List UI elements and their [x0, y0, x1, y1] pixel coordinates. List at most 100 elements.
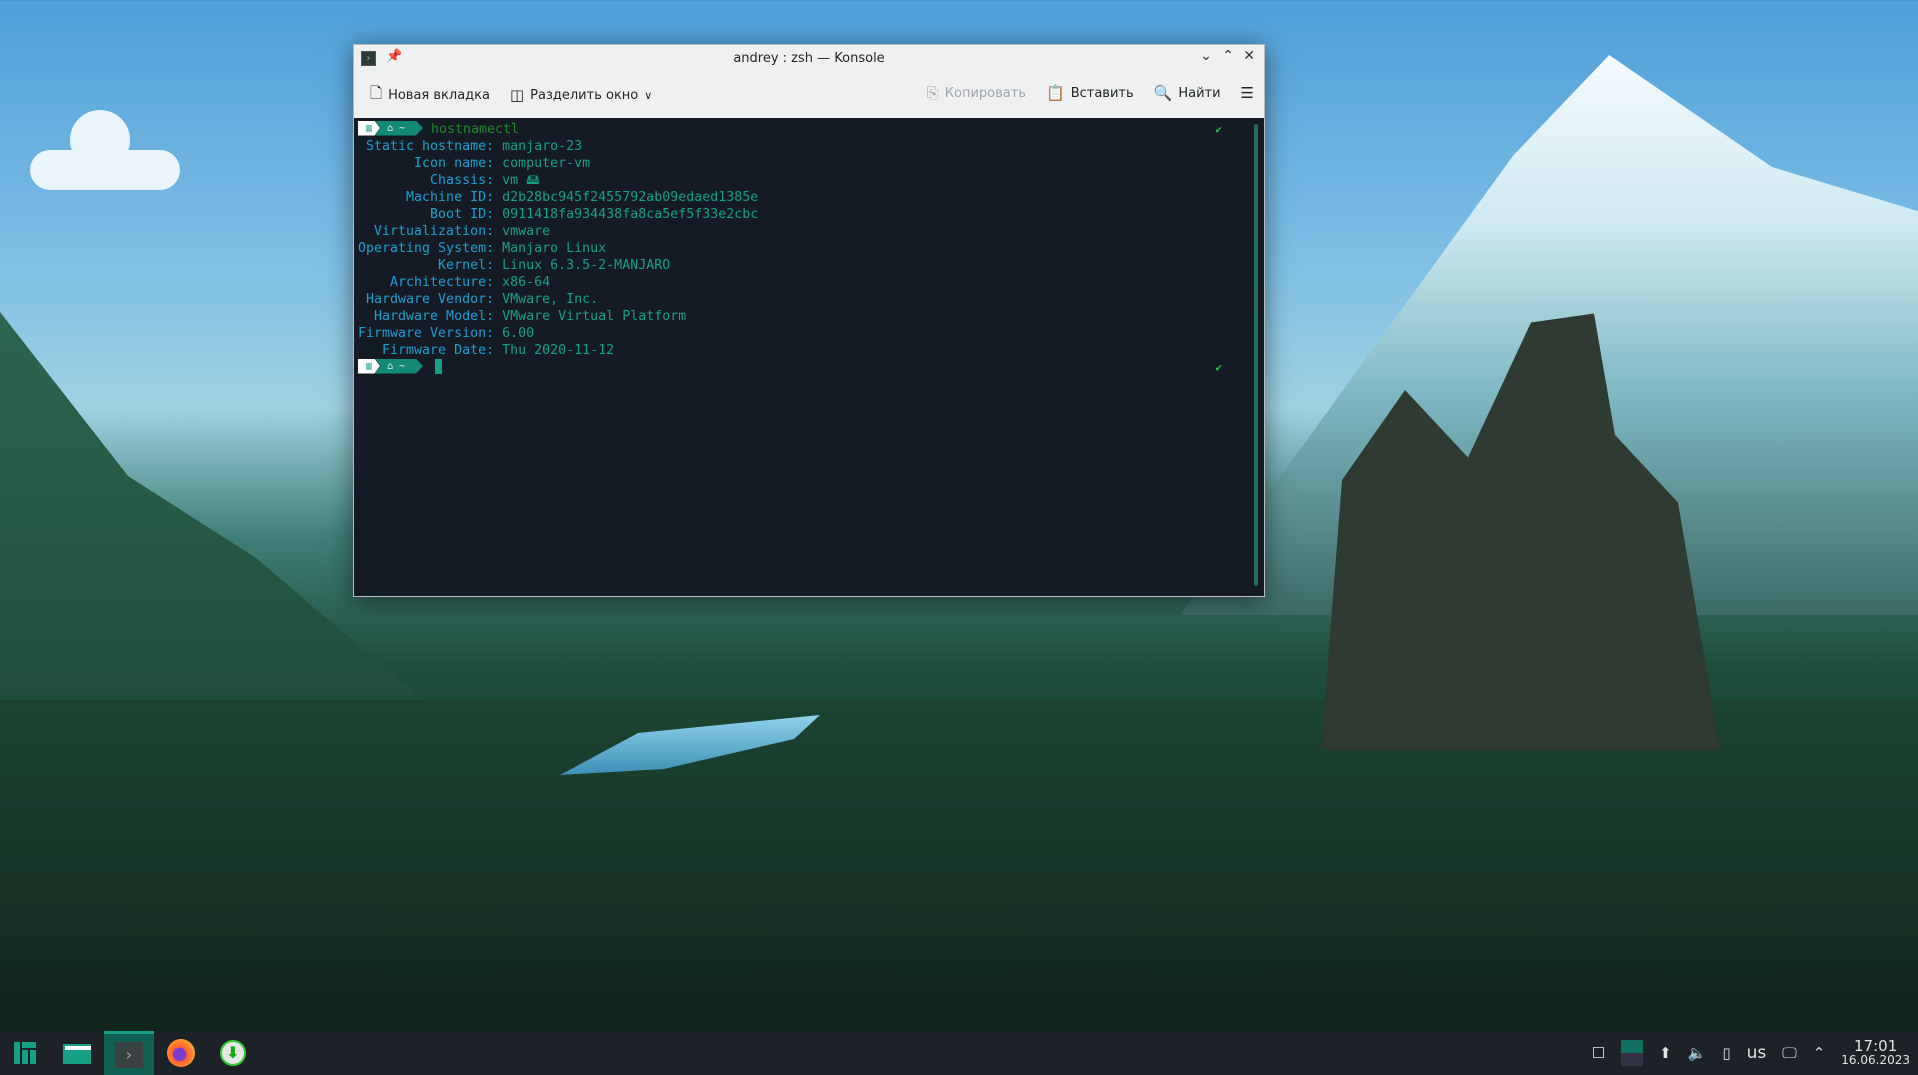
row-key: Hardware Model:	[358, 309, 503, 324]
search-icon: 🔍	[1153, 84, 1173, 102]
maximize-button[interactable]: ⌃	[1222, 48, 1234, 64]
output-row: Virtualization: vmware	[358, 223, 1264, 240]
row-value: VMware Virtual Platform	[502, 309, 687, 324]
prompt-dir: ~	[399, 360, 406, 372]
row-value: VMware, Inc.	[502, 292, 599, 307]
row-value: Manjaro Linux	[502, 241, 607, 256]
success-check-icon: ✔	[1215, 123, 1222, 136]
new-tab-button[interactable]: 🗋 Новая вкладка	[370, 83, 490, 108]
app-launcher-button[interactable]	[0, 1031, 50, 1075]
manjaro-icon: ▥	[358, 358, 380, 374]
minimize-button[interactable]: ⌄	[1200, 48, 1212, 64]
folder-icon	[63, 1044, 91, 1064]
konsole-task[interactable]: ›	[104, 1031, 154, 1075]
row-key: Chassis:	[358, 173, 503, 188]
virtual-desktop-pager[interactable]	[1621, 1040, 1644, 1066]
home-icon: ⌂	[387, 360, 400, 372]
prompt-line: ▥ ⌂ ~ hostnamectl ✔	[358, 120, 1264, 138]
success-check-icon: ✔	[1215, 361, 1222, 374]
tray-expand-icon[interactable]: ⌃	[1813, 1044, 1826, 1062]
konsole-window: › 📌 andrey : zsh — Konsole ⌄ ⌃ ✕ 🗋 Новая …	[353, 44, 1265, 597]
row-value: Thu 2020-11-12	[502, 343, 615, 358]
scrollbar[interactable]	[1254, 124, 1258, 586]
find-label: Найти	[1178, 85, 1221, 101]
terminal-cursor	[435, 358, 442, 374]
output-row: Architecture: x86-64	[358, 274, 1264, 291]
row-key: Firmware Date:	[358, 343, 503, 358]
home-icon: ⌂	[387, 122, 400, 134]
copy-icon: ⎘	[926, 84, 939, 102]
volume-icon[interactable]: 🔈	[1688, 1044, 1707, 1062]
wallpaper-forest	[0, 700, 1918, 1040]
row-value: 0911418fa934438fa8ca5ef5f33e2cbc	[502, 207, 759, 222]
cloud	[70, 110, 130, 170]
command-text: hostnamectl	[431, 122, 520, 137]
output-row: Hardware Model: VMware Virtual Platform	[358, 308, 1264, 325]
updates-icon[interactable]: ⬆	[1659, 1044, 1672, 1062]
output-row: Icon name: computer-vm	[358, 155, 1264, 172]
new-tab-label: Новая вкладка	[388, 87, 490, 103]
split-view-label: Разделить окно	[530, 87, 639, 103]
row-key: Machine ID:	[358, 190, 503, 205]
download-icon: ⬇	[220, 1040, 246, 1066]
row-key: Virtualization:	[358, 224, 503, 239]
row-value: Linux 6.3.5-2-MANJARO	[502, 258, 671, 273]
hamburger-menu-icon: ☰	[1240, 84, 1254, 102]
split-view-button[interactable]: ◫ Разделить окно ∨	[510, 86, 652, 104]
taskbar: › ⬇ ☐ ⬆ 🔈 ▯ us 🖵 ⌃ 17:01 16.06.2023	[0, 1031, 1918, 1075]
window-title: andrey : zsh — Konsole	[733, 51, 885, 66]
row-value: vm 🖴	[502, 173, 540, 188]
row-value: vmware	[502, 224, 551, 239]
output-row: Boot ID: 0911418fa934438fa8ca5ef5f33e2cb…	[358, 206, 1264, 223]
output-row: Hardware Vendor: VMware, Inc.	[358, 291, 1264, 308]
keyboard-layout[interactable]: us	[1747, 1043, 1767, 1063]
copy-button[interactable]: ⎘ Копировать	[927, 84, 1026, 102]
row-value: 6.00	[502, 326, 535, 341]
clock[interactable]: 17:01 16.06.2023	[1841, 1039, 1910, 1068]
file-manager-task[interactable]	[52, 1031, 102, 1075]
row-key: Kernel:	[358, 258, 503, 273]
row-key: Hardware Vendor:	[358, 292, 503, 307]
terminal-icon: ›	[115, 1041, 143, 1068]
row-value: computer-vm	[502, 156, 591, 171]
row-key: Static hostname:	[358, 139, 503, 154]
terminal-output[interactable]: ▥ ⌂ ~ hostnamectl ✔ Static hostname: manjar…	[354, 118, 1264, 596]
find-button[interactable]: 🔍 Найти	[1154, 84, 1221, 102]
update-manager-task[interactable]: ⬇	[208, 1031, 258, 1075]
close-button[interactable]: ✕	[1243, 48, 1255, 64]
prompt-dir: ~	[399, 122, 406, 134]
paste-button[interactable]: 📋 Вставить	[1046, 84, 1134, 102]
row-key: Icon name:	[358, 156, 503, 171]
row-key: Boot ID:	[358, 207, 503, 222]
output-row: Kernel: Linux 6.3.5-2-MANJARO	[358, 257, 1264, 274]
output-row: Static hostname: manjaro-23	[358, 138, 1264, 155]
split-view-icon: ◫	[509, 86, 525, 104]
row-value: d2b28bc945f2455792ab09edaed1385e	[502, 190, 759, 205]
paste-label: Вставить	[1070, 85, 1134, 101]
row-key: Operating System:	[358, 241, 503, 256]
output-row: Chassis: vm 🖴	[358, 172, 1264, 189]
row-key: Architecture:	[358, 275, 503, 290]
output-row: Machine ID: d2b28bc945f2455792ab09edaed1…	[358, 189, 1264, 206]
clock-date: 16.06.2023	[1841, 1053, 1910, 1067]
firefox-icon	[167, 1039, 195, 1067]
show-desktop-icon[interactable]: ☐	[1592, 1044, 1605, 1062]
system-tray: ☐ ⬆ 🔈 ▯ us 🖵 ⌃ 17:01 16.06.2023	[1592, 1031, 1918, 1075]
chevron-down-icon[interactable]: ∨	[644, 89, 652, 102]
prompt: ▥ ⌂ ~	[358, 120, 423, 136]
toolbar: 🗋 Новая вкладка ◫ Разделить окно ∨ ⎘ Копиров…	[354, 72, 1264, 118]
output-row: Firmware Date: Thu 2020-11-12	[358, 342, 1264, 359]
usb-device-icon[interactable]: ▯	[1722, 1044, 1730, 1062]
copy-label: Копировать	[944, 85, 1026, 101]
row-value: manjaro-23	[502, 139, 583, 154]
paste-icon: 📋	[1046, 84, 1065, 102]
firefox-task[interactable]	[156, 1031, 206, 1075]
menu-button[interactable]: ☰	[1241, 84, 1254, 102]
output-row: Firmware Version: 6.00	[358, 325, 1264, 342]
manjaro-icon: ▥	[358, 120, 380, 136]
network-icon[interactable]: 🖵	[1782, 1044, 1796, 1062]
prompt-line: ▥ ⌂ ~ ✔	[358, 358, 1264, 376]
title-bar[interactable]: › 📌 andrey : zsh — Konsole ⌄ ⌃ ✕	[354, 45, 1264, 72]
manjaro-logo-icon	[14, 1042, 36, 1064]
row-key: Firmware Version:	[358, 326, 503, 341]
